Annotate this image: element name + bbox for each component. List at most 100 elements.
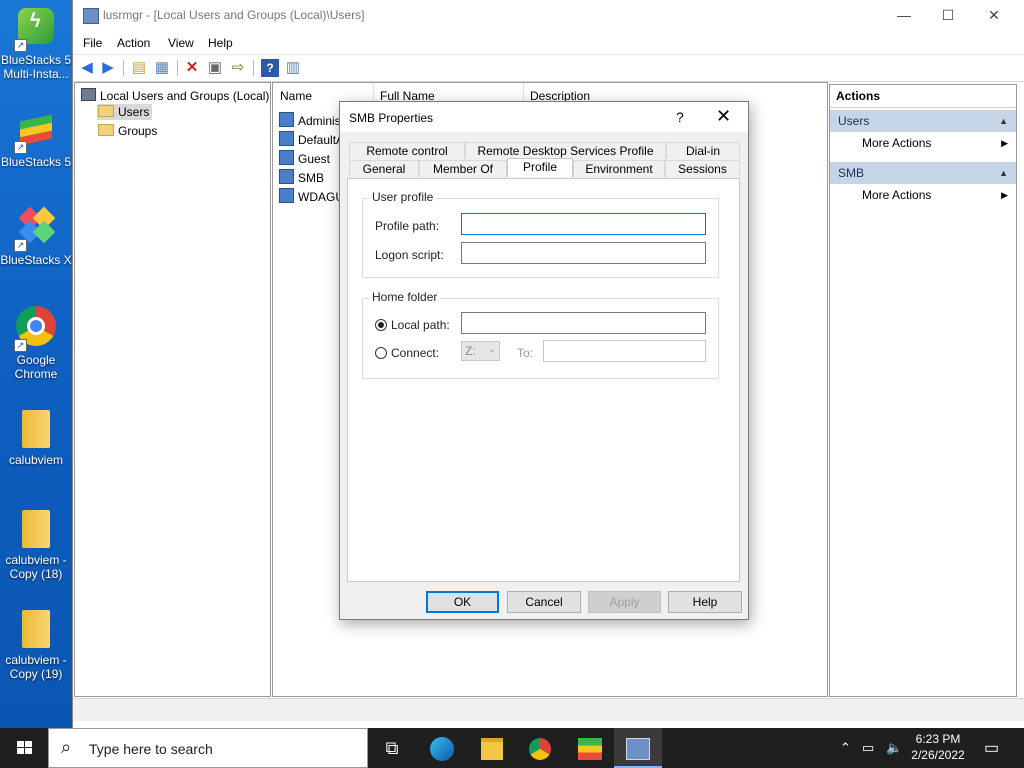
taskbar: ⌕ Type here to search ⧉ ⌃ ▭ 🔈 6:23 PM 2/… <box>0 728 1024 768</box>
dialog-title-bar[interactable]: SMB Properties ? ✕ <box>340 102 748 132</box>
menu-help[interactable]: Help <box>208 36 233 50</box>
computer-icon <box>81 88 96 101</box>
volume-muted-icon[interactable]: 🔈 <box>886 740 902 756</box>
desktop-icon-folder[interactable]: calubviem <box>0 406 72 467</box>
menu-view[interactable]: View <box>168 36 194 50</box>
desktop-icon-label: calubviem - Copy (19) <box>5 653 67 681</box>
show-hide-tree-icon[interactable]: ▦ <box>153 59 171 77</box>
start-button[interactable] <box>0 728 48 768</box>
section-title: SMB <box>838 166 865 180</box>
apply-button[interactable]: Apply <box>588 591 661 613</box>
window-title: lusrmgr - [Local Users and Groups (Local… <box>103 8 365 22</box>
more-actions-smb[interactable]: More Actions ▶ <box>830 184 1016 206</box>
desktop-icon-bluestacks-x[interactable]: ↗ BlueStacks X <box>0 206 72 267</box>
local-path-radio[interactable] <box>375 319 387 331</box>
logon-script-label: Logon script: <box>375 248 444 262</box>
list-item[interactable]: Guest <box>279 150 330 166</box>
forward-icon[interactable]: ▶ <box>99 59 117 77</box>
desktop-icon-label: BlueStacks 5 <box>0 155 72 169</box>
delete-icon[interactable]: ✕ <box>183 59 201 77</box>
actions-section-smb[interactable]: SMB ▲ <box>830 162 1016 184</box>
desktop-icon-chrome[interactable]: ↗ Google Chrome <box>0 306 72 381</box>
help-icon[interactable]: ? <box>261 59 279 77</box>
tree-item-groups[interactable]: Groups <box>97 123 160 139</box>
properties-icon[interactable]: ▣ <box>206 59 224 77</box>
show-action-pane-icon[interactable]: ▥ <box>284 59 302 77</box>
search-box[interactable]: ⌕ Type here to search <box>48 728 368 768</box>
desktop-icon-folder[interactable]: calubviem - Copy (18) <box>0 506 72 581</box>
drive-letter-value: Z: <box>465 344 476 358</box>
tab-sessions[interactable]: Sessions <box>665 160 740 177</box>
tab-remote-desktop-services-profile[interactable]: Remote Desktop Services Profile <box>465 142 666 159</box>
folder-icon <box>14 506 58 550</box>
menu-file[interactable]: File <box>83 36 102 50</box>
lusrmgr-taskbar-icon[interactable] <box>614 728 662 768</box>
title-bar[interactable]: lusrmgr - [Local Users and Groups (Local… <box>73 0 1024 32</box>
logon-script-input[interactable] <box>461 242 706 264</box>
desktop-icon-bluestacks[interactable]: ↗ BlueStacks 5 <box>0 108 72 169</box>
tab-remote-control[interactable]: Remote control <box>349 142 465 159</box>
action-label: More Actions <box>862 188 932 202</box>
more-actions-users[interactable]: More Actions ▶ <box>830 132 1016 154</box>
connect-to-input[interactable] <box>543 340 706 362</box>
list-item-label: Adminis <box>298 114 341 128</box>
local-path-input[interactable] <box>461 312 706 334</box>
tab-dial-in[interactable]: Dial-in <box>666 142 740 159</box>
action-label: More Actions <box>862 136 932 150</box>
list-item[interactable]: Adminis <box>279 112 341 128</box>
group-label: Home folder <box>369 290 441 304</box>
desktop-icon-label: calubviem - Copy (18) <box>5 553 67 581</box>
chrome-taskbar-icon[interactable] <box>516 728 564 768</box>
chrome-icon: ↗ <box>14 306 58 352</box>
tab-general[interactable]: General <box>349 160 419 177</box>
tab-member-of[interactable]: Member Of <box>419 160 507 177</box>
group-label: User profile <box>369 190 437 204</box>
back-icon[interactable]: ◀ <box>78 59 96 77</box>
menu-action[interactable]: Action <box>117 36 150 50</box>
desktop-icon-bluestacks-multi[interactable]: ϟ ↗ BlueStacks 5 Multi-Insta... <box>0 6 72 81</box>
connect-radio[interactable] <box>375 347 387 359</box>
desktop-icon-label: BlueStacks X <box>0 253 72 267</box>
list-item[interactable]: SMB <box>279 169 324 185</box>
desktop-icon-folder[interactable]: calubviem - Copy (19) <box>0 606 72 681</box>
minimize-button[interactable]: — <box>881 0 927 31</box>
bluestacks-taskbar-icon[interactable] <box>566 728 614 768</box>
desktop: ϟ ↗ BlueStacks 5 Multi-Insta... ↗ BlueSt… <box>0 0 72 728</box>
app-icon <box>83 8 99 24</box>
file-explorer-icon[interactable] <box>468 728 516 768</box>
drive-letter-select[interactable]: Z: ⌄ <box>461 341 500 361</box>
actions-section-users[interactable]: Users ▲ <box>830 110 1016 132</box>
dialog-close-button[interactable]: ✕ <box>716 106 731 127</box>
tree-root[interactable]: Local Users and Groups (Local) <box>81 88 269 103</box>
up-folder-icon[interactable]: ▤ <box>130 59 148 77</box>
edge-icon[interactable] <box>418 728 466 768</box>
dialog-title: SMB Properties <box>349 111 434 125</box>
column-header-name[interactable]: Name <box>280 89 312 103</box>
desktop-icon-label: BlueStacks 5 Multi-Insta... <box>0 53 72 81</box>
export-list-icon[interactable]: ⇨ <box>229 59 247 77</box>
task-view-icon[interactable]: ⧉ <box>368 728 416 768</box>
user-profile-group: User profile Profile path: Logon script: <box>362 190 719 278</box>
help-button[interactable]: Help <box>668 591 742 613</box>
tab-environment[interactable]: Environment <box>573 160 665 177</box>
clock[interactable]: 6:23 PM 2/26/2022 <box>908 731 968 763</box>
chevron-down-icon: ⌄ <box>488 344 496 354</box>
context-help-button[interactable]: ? <box>676 109 684 125</box>
home-folder-group: Home folder Local path: Connect: Z: ⌄ To… <box>362 290 719 379</box>
cancel-button[interactable]: Cancel <box>507 591 581 613</box>
close-button[interactable]: ✕ <box>971 0 1017 31</box>
list-item-label: Guest <box>298 152 331 166</box>
tab-profile[interactable]: Profile <box>507 158 573 177</box>
profile-path-input[interactable] <box>461 213 706 235</box>
user-icon <box>279 112 294 127</box>
network-icon[interactable]: ▭ <box>862 740 874 756</box>
maximize-button[interactable]: ☐ <box>925 0 971 31</box>
desktop-icon-label: Google Chrome <box>14 353 58 381</box>
folder-icon <box>98 124 114 136</box>
list-item[interactable]: WDAGUt <box>279 188 347 204</box>
chevron-up-icon[interactable]: ⌃ <box>840 740 851 756</box>
list-item[interactable]: DefaultA <box>279 131 344 147</box>
ok-button[interactable]: OK <box>426 591 499 613</box>
tree-item-users[interactable]: Users <box>97 104 153 120</box>
notifications-icon[interactable]: ▭ <box>984 738 999 758</box>
